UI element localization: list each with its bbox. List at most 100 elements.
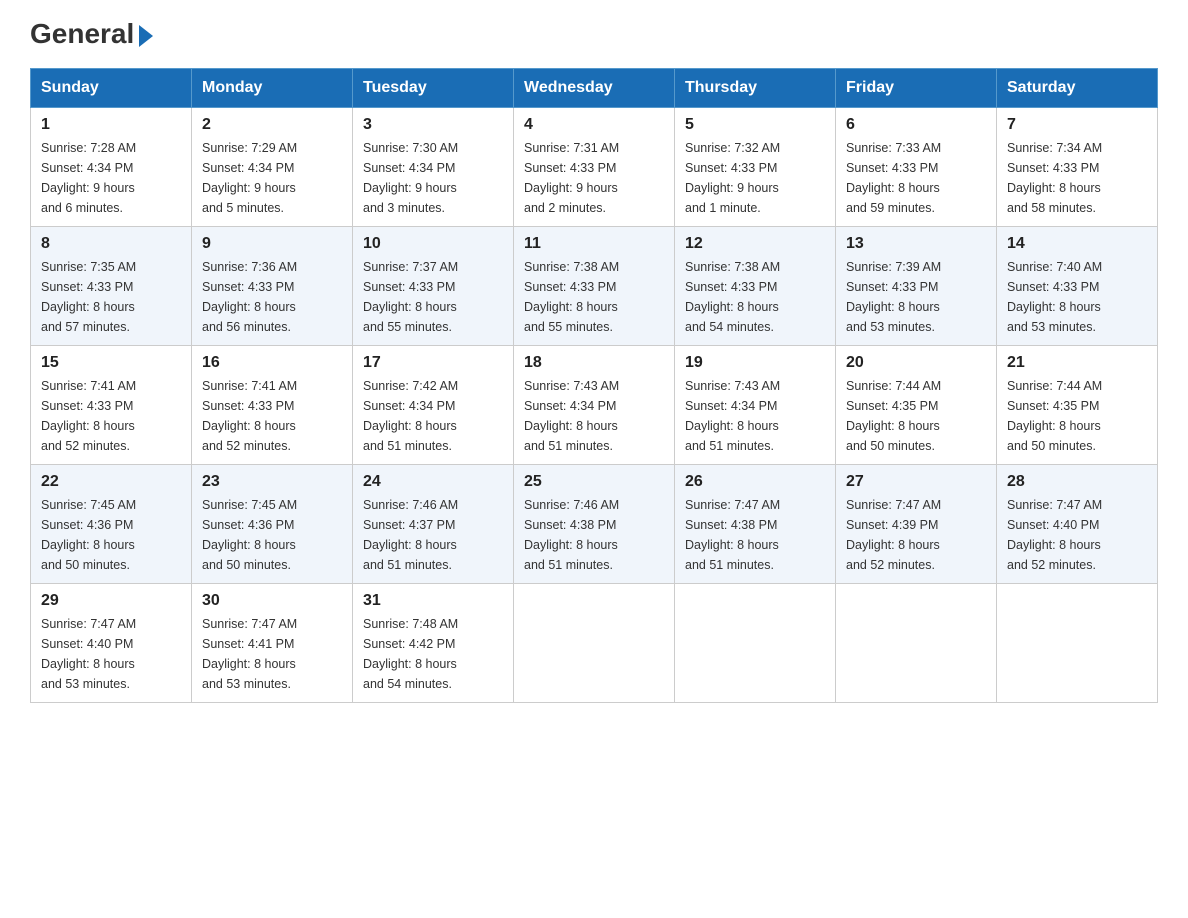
calendar-cell xyxy=(997,584,1158,703)
calendar-cell: 28 Sunrise: 7:47 AMSunset: 4:40 PMDayligh… xyxy=(997,465,1158,584)
col-header-sunday: Sunday xyxy=(31,69,192,108)
calendar-week-row: 29 Sunrise: 7:47 AMSunset: 4:40 PMDayligh… xyxy=(31,584,1158,703)
day-number: 3 xyxy=(363,116,503,134)
logo-general-text: General xyxy=(30,20,153,48)
day-info: Sunrise: 7:43 AMSunset: 4:34 PMDaylight:… xyxy=(685,376,825,456)
day-number: 17 xyxy=(363,354,503,372)
day-info: Sunrise: 7:40 AMSunset: 4:33 PMDaylight:… xyxy=(1007,257,1147,337)
calendar-cell: 21Sunrise: 7:44 AMSunset: 4:35 PMDayligh… xyxy=(997,346,1158,465)
calendar-cell xyxy=(675,584,836,703)
calendar-cell: 25Sunrise: 7:46 AMSunset: 4:38 PMDayligh… xyxy=(514,465,675,584)
calendar-cell: 20 Sunrise: 7:44 AMSunset: 4:35 PMDayligh… xyxy=(836,346,997,465)
calendar-cell: 30 Sunrise: 7:47 AMSunset: 4:41 PMDayligh… xyxy=(192,584,353,703)
calendar-cell: 23 Sunrise: 7:45 AMSunset: 4:36 PMDayligh… xyxy=(192,465,353,584)
day-info: Sunrise: 7:47 AMSunset: 4:40 PMDaylight:… xyxy=(1007,495,1147,575)
day-number: 7 xyxy=(1007,116,1147,134)
day-number: 16 xyxy=(202,354,342,372)
calendar-cell: 1 Sunrise: 7:28 AMSunset: 4:34 PMDaylight… xyxy=(31,108,192,227)
day-info: Sunrise: 7:28 AMSunset: 4:34 PMDaylight:… xyxy=(41,138,181,218)
page-header: General xyxy=(30,20,1158,48)
day-info: Sunrise: 7:38 AMSunset: 4:33 PMDaylight:… xyxy=(524,257,664,337)
calendar-cell: 24 Sunrise: 7:46 AMSunset: 4:37 PMDayligh… xyxy=(353,465,514,584)
day-number: 10 xyxy=(363,235,503,253)
calendar-cell: 3 Sunrise: 7:30 AMSunset: 4:34 PMDaylight… xyxy=(353,108,514,227)
calendar-cell: 22 Sunrise: 7:45 AMSunset: 4:36 PMDayligh… xyxy=(31,465,192,584)
day-info: Sunrise: 7:47 AMSunset: 4:41 PMDaylight:… xyxy=(202,614,342,694)
calendar-week-row: 1 Sunrise: 7:28 AMSunset: 4:34 PMDaylight… xyxy=(31,108,1158,227)
day-info: Sunrise: 7:43 AMSunset: 4:34 PMDaylight:… xyxy=(524,376,664,456)
day-number: 21 xyxy=(1007,354,1147,372)
day-info: Sunrise: 7:48 AMSunset: 4:42 PMDaylight:… xyxy=(363,614,503,694)
calendar-week-row: 8 Sunrise: 7:35 AMSunset: 4:33 PMDaylight… xyxy=(31,227,1158,346)
calendar-cell: 29 Sunrise: 7:47 AMSunset: 4:40 PMDayligh… xyxy=(31,584,192,703)
calendar-cell: 7 Sunrise: 7:34 AMSunset: 4:33 PMDaylight… xyxy=(997,108,1158,227)
day-info: Sunrise: 7:30 AMSunset: 4:34 PMDaylight:… xyxy=(363,138,503,218)
calendar-cell: 19 Sunrise: 7:43 AMSunset: 4:34 PMDayligh… xyxy=(675,346,836,465)
day-number: 29 xyxy=(41,592,181,610)
calendar-cell: 9Sunrise: 7:36 AMSunset: 4:33 PMDaylight… xyxy=(192,227,353,346)
day-number: 2 xyxy=(202,116,342,134)
day-number: 4 xyxy=(524,116,664,134)
calendar-cell: 27 Sunrise: 7:47 AMSunset: 4:39 PMDayligh… xyxy=(836,465,997,584)
day-info: Sunrise: 7:34 AMSunset: 4:33 PMDaylight:… xyxy=(1007,138,1147,218)
day-number: 1 xyxy=(41,116,181,134)
calendar-cell: 6 Sunrise: 7:33 AMSunset: 4:33 PMDaylight… xyxy=(836,108,997,227)
day-number: 20 xyxy=(846,354,986,372)
day-info: Sunrise: 7:29 AMSunset: 4:34 PMDaylight:… xyxy=(202,138,342,218)
calendar-cell xyxy=(514,584,675,703)
day-info: Sunrise: 7:33 AMSunset: 4:33 PMDaylight:… xyxy=(846,138,986,218)
calendar-cell: 26 Sunrise: 7:47 AMSunset: 4:38 PMDayligh… xyxy=(675,465,836,584)
day-number: 24 xyxy=(363,473,503,491)
calendar-week-row: 22 Sunrise: 7:45 AMSunset: 4:36 PMDayligh… xyxy=(31,465,1158,584)
day-number: 27 xyxy=(846,473,986,491)
day-number: 18 xyxy=(524,354,664,372)
day-number: 23 xyxy=(202,473,342,491)
col-header-monday: Monday xyxy=(192,69,353,108)
day-number: 31 xyxy=(363,592,503,610)
day-info: Sunrise: 7:44 AMSunset: 4:35 PMDaylight:… xyxy=(846,376,986,456)
calendar-week-row: 15 Sunrise: 7:41 AMSunset: 4:33 PMDayligh… xyxy=(31,346,1158,465)
day-number: 28 xyxy=(1007,473,1147,491)
logo-arrow-icon xyxy=(139,25,153,47)
calendar-cell: 13 Sunrise: 7:39 AMSunset: 4:33 PMDayligh… xyxy=(836,227,997,346)
day-info: Sunrise: 7:35 AMSunset: 4:33 PMDaylight:… xyxy=(41,257,181,337)
day-info: Sunrise: 7:47 AMSunset: 4:39 PMDaylight:… xyxy=(846,495,986,575)
day-info: Sunrise: 7:46 AMSunset: 4:37 PMDaylight:… xyxy=(363,495,503,575)
day-number: 6 xyxy=(846,116,986,134)
calendar-cell: 12Sunrise: 7:38 AMSunset: 4:33 PMDayligh… xyxy=(675,227,836,346)
day-info: Sunrise: 7:31 AMSunset: 4:33 PMDaylight:… xyxy=(524,138,664,218)
day-number: 15 xyxy=(41,354,181,372)
day-number: 19 xyxy=(685,354,825,372)
calendar-cell: 16 Sunrise: 7:41 AMSunset: 4:33 PMDayligh… xyxy=(192,346,353,465)
day-info: Sunrise: 7:37 AMSunset: 4:33 PMDaylight:… xyxy=(363,257,503,337)
col-header-thursday: Thursday xyxy=(675,69,836,108)
day-number: 26 xyxy=(685,473,825,491)
col-header-wednesday: Wednesday xyxy=(514,69,675,108)
day-number: 5 xyxy=(685,116,825,134)
calendar-header-row: SundayMondayTuesdayWednesdayThursdayFrid… xyxy=(31,69,1158,108)
day-info: Sunrise: 7:47 AMSunset: 4:40 PMDaylight:… xyxy=(41,614,181,694)
day-info: Sunrise: 7:47 AMSunset: 4:38 PMDaylight:… xyxy=(685,495,825,575)
calendar-cell: 5Sunrise: 7:32 AMSunset: 4:33 PMDaylight… xyxy=(675,108,836,227)
day-info: Sunrise: 7:41 AMSunset: 4:33 PMDaylight:… xyxy=(202,376,342,456)
day-number: 14 xyxy=(1007,235,1147,253)
calendar-cell: 18 Sunrise: 7:43 AMSunset: 4:34 PMDayligh… xyxy=(514,346,675,465)
day-number: 30 xyxy=(202,592,342,610)
calendar-cell: 15Sunrise: 7:41 AMSunset: 4:33 PMDayligh… xyxy=(31,346,192,465)
logo: General xyxy=(30,20,153,48)
col-header-saturday: Saturday xyxy=(997,69,1158,108)
day-number: 12 xyxy=(685,235,825,253)
calendar-cell: 2 Sunrise: 7:29 AMSunset: 4:34 PMDaylight… xyxy=(192,108,353,227)
col-header-friday: Friday xyxy=(836,69,997,108)
day-info: Sunrise: 7:39 AMSunset: 4:33 PMDaylight:… xyxy=(846,257,986,337)
calendar-cell: 8 Sunrise: 7:35 AMSunset: 4:33 PMDaylight… xyxy=(31,227,192,346)
day-number: 13 xyxy=(846,235,986,253)
day-info: Sunrise: 7:36 AMSunset: 4:33 PMDaylight:… xyxy=(202,257,342,337)
day-number: 8 xyxy=(41,235,181,253)
day-info: Sunrise: 7:46 AMSunset: 4:38 PMDaylight:… xyxy=(524,495,664,575)
day-number: 11 xyxy=(524,235,664,253)
day-number: 22 xyxy=(41,473,181,491)
calendar-cell: 17Sunrise: 7:42 AMSunset: 4:34 PMDayligh… xyxy=(353,346,514,465)
day-info: Sunrise: 7:45 AMSunset: 4:36 PMDaylight:… xyxy=(202,495,342,575)
day-info: Sunrise: 7:45 AMSunset: 4:36 PMDaylight:… xyxy=(41,495,181,575)
